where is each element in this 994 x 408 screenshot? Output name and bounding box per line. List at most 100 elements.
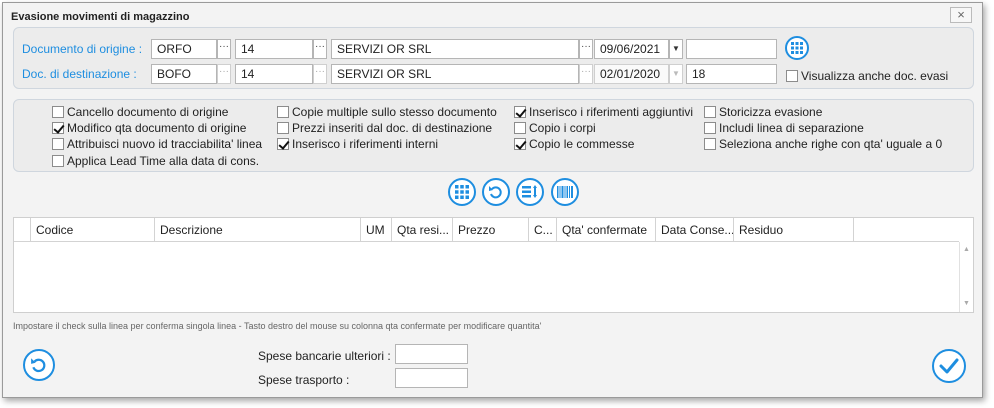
option-box[interactable] xyxy=(704,138,716,150)
destination-type-browse-button[interactable]: ··· xyxy=(217,64,231,84)
option-label: Modifico qta documento di origine xyxy=(67,121,247,135)
evasione-window: Evasione movimenti di magazzino × Docume… xyxy=(2,2,983,398)
undo-button[interactable] xyxy=(23,349,55,381)
checkmark-icon xyxy=(939,358,959,374)
option-box[interactable] xyxy=(277,122,289,134)
destination-customer-browse-button[interactable]: ··· xyxy=(579,64,593,84)
destination-date-dropdown[interactable]: ▼ xyxy=(669,64,683,84)
origin-date-dropdown[interactable]: ▼ xyxy=(669,39,683,59)
option-label: Cancello documento di origine xyxy=(67,105,229,119)
lines-grid[interactable]: Codice Descrizione UM Qta resi... Prezzo… xyxy=(13,217,974,313)
option-riferimenti-aggiuntivi[interactable]: Inserisco i riferimenti aggiuntivi xyxy=(514,105,693,119)
origin-extra-field[interactable] xyxy=(686,39,777,59)
option-label: Seleziona anche righe con qta' uguale a … xyxy=(719,137,943,151)
lines-action-button[interactable] xyxy=(516,178,544,206)
select-all-button[interactable] xyxy=(448,178,476,206)
option-box[interactable] xyxy=(52,138,64,150)
origin-number-field[interactable]: 14 xyxy=(235,39,313,59)
option-lead-time[interactable]: Applica Lead Time alla data di cons. xyxy=(52,154,259,168)
grid-col-c[interactable]: C... xyxy=(529,218,557,242)
option-modifico-qta[interactable]: Modifico qta documento di origine xyxy=(52,121,246,135)
show-evasi-checkbox[interactable]: Visualizza anche doc. evasi xyxy=(786,69,948,83)
grid-col-data-consegna[interactable]: Data Conse... xyxy=(656,218,734,242)
destination-number-browse-button[interactable]: ··· xyxy=(313,64,327,84)
window-title: Evasione movimenti di magazzino xyxy=(11,11,190,23)
reset-button[interactable] xyxy=(482,178,510,206)
grid-col-codice[interactable]: Codice xyxy=(31,218,155,242)
origin-type-browse-button[interactable]: ··· xyxy=(217,39,231,59)
option-label: Inserisco i riferimenti aggiuntivi xyxy=(529,105,694,119)
scroll-up-icon[interactable]: ▲ xyxy=(963,246,970,253)
option-label: Inserisco i riferimenti interni xyxy=(292,137,439,151)
option-box[interactable] xyxy=(277,138,289,150)
barcode-icon xyxy=(557,186,573,198)
grid-dots-icon xyxy=(455,185,469,199)
option-prezzi-destinazione[interactable]: Prezzi inseriti dal doc. di destinazione xyxy=(277,121,492,135)
grid-col-descrizione[interactable]: Descrizione xyxy=(155,218,361,242)
grid-col-filler xyxy=(854,218,959,242)
option-box[interactable] xyxy=(704,106,716,118)
destination-date-field[interactable]: 02/01/2020 xyxy=(594,64,669,84)
undo-icon xyxy=(31,358,46,373)
option-copio-commesse[interactable]: Copio le commesse xyxy=(514,137,634,151)
origin-number-browse-button[interactable]: ··· xyxy=(313,39,327,59)
option-righe-qta-zero[interactable]: Seleziona anche righe con qta' uguale a … xyxy=(704,137,942,151)
option-storicizza[interactable]: Storicizza evasione xyxy=(704,105,822,119)
option-box[interactable] xyxy=(52,122,64,134)
spese-bancarie-field[interactable] xyxy=(395,344,468,364)
option-box[interactable] xyxy=(52,106,64,118)
spese-bancarie-label: Spese bancarie ulteriori : xyxy=(258,349,391,363)
confirm-button[interactable] xyxy=(932,349,966,383)
origin-customer-field[interactable]: SERVIZI OR SRL xyxy=(331,39,579,59)
grid-col-select[interactable] xyxy=(14,218,31,242)
option-label: Prezzi inseriti dal doc. di destinazione xyxy=(292,121,493,135)
option-box[interactable] xyxy=(514,122,526,134)
destination-number-field[interactable]: 14 xyxy=(235,64,313,84)
origin-date-field[interactable]: 09/06/2021 xyxy=(594,39,669,59)
list-transfer-icon xyxy=(522,185,537,198)
documents-grid-button[interactable] xyxy=(785,36,809,60)
option-box[interactable] xyxy=(52,155,64,167)
origin-label: Documento di origine : xyxy=(22,42,143,56)
option-box[interactable] xyxy=(514,106,526,118)
grid-col-qta-confermate[interactable]: Qta' confermate xyxy=(557,218,656,242)
option-label: Includi linea di separazione xyxy=(719,121,864,135)
spese-trasporto-field[interactable] xyxy=(395,368,468,388)
grid-col-um[interactable]: UM xyxy=(361,218,392,242)
destination-type-field[interactable]: BOFO xyxy=(151,64,217,84)
option-copio-corpi[interactable]: Copio i corpi xyxy=(514,121,596,135)
destination-extra-field[interactable]: 18 xyxy=(686,64,777,84)
grid-col-qta-residua[interactable]: Qta resi... xyxy=(392,218,453,242)
options-panel: Cancello documento di origine Modifico q… xyxy=(13,99,974,172)
close-button[interactable]: × xyxy=(950,7,972,23)
option-cancello-documento[interactable]: Cancello documento di origine xyxy=(52,105,228,119)
option-label: Copio i corpi xyxy=(529,121,596,135)
grid-col-residuo[interactable]: Residuo xyxy=(734,218,854,242)
spese-trasporto-label: Spese trasporto : xyxy=(258,373,350,387)
barcode-button[interactable] xyxy=(551,178,579,206)
option-box[interactable] xyxy=(277,106,289,118)
option-linea-separazione[interactable]: Includi linea di separazione xyxy=(704,121,864,135)
destination-label: Doc. di destinazione : xyxy=(22,67,137,81)
option-label: Attribuisci nuovo id tracciabilita' line… xyxy=(67,137,263,151)
option-label: Copie multiple sullo stesso documento xyxy=(292,105,497,119)
grid-col-prezzo[interactable]: Prezzo xyxy=(453,218,529,242)
destination-customer-field[interactable]: SERVIZI OR SRL xyxy=(331,64,579,84)
origin-customer-browse-button[interactable]: ··· xyxy=(579,39,593,59)
origin-type-field[interactable]: ORFO xyxy=(151,39,217,59)
option-box[interactable] xyxy=(514,138,526,150)
option-attribuisci-id[interactable]: Attribuisci nuovo id tracciabilita' line… xyxy=(52,137,262,151)
scroll-down-icon[interactable]: ▼ xyxy=(963,300,970,307)
option-box[interactable] xyxy=(704,122,716,134)
grid-header: Codice Descrizione UM Qta resi... Prezzo… xyxy=(14,218,959,242)
grid-hint-text: Impostare il check sulla linea per confe… xyxy=(13,321,542,331)
show-evasi-box[interactable] xyxy=(786,70,798,82)
grid-dots-icon xyxy=(791,42,803,54)
grid-vertical-scrollbar[interactable]: ▲ ▼ xyxy=(959,242,973,312)
documents-panel: Documento di origine : ORFO ··· 14 ··· S… xyxy=(13,27,974,89)
option-copie-multiple[interactable]: Copie multiple sullo stesso documento xyxy=(277,105,497,119)
undo-icon xyxy=(489,186,502,199)
option-riferimenti-interni[interactable]: Inserisco i riferimenti interni xyxy=(277,137,438,151)
show-evasi-label: Visualizza anche doc. evasi xyxy=(801,69,949,83)
option-label: Applica Lead Time alla data di cons. xyxy=(67,154,260,168)
